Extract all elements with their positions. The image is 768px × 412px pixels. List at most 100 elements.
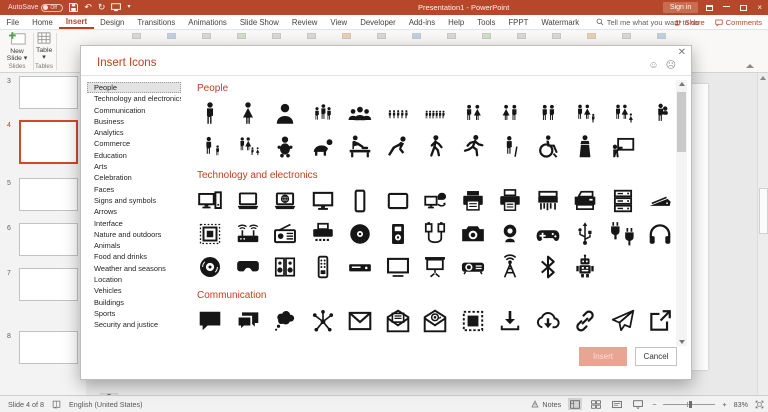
tablet-icon[interactable] — [385, 188, 411, 214]
zoom-slider[interactable] — [663, 404, 715, 405]
category-nature-and-outdoors[interactable]: Nature and outdoors — [87, 229, 181, 240]
close-window-icon[interactable]: × — [757, 3, 762, 12]
envelope-at-icon[interactable] — [422, 308, 448, 334]
usb-cable-icon[interactable] — [422, 221, 448, 247]
projector-icon[interactable] — [460, 254, 486, 280]
woman-icon[interactable] — [235, 101, 261, 127]
link-icon[interactable] — [572, 308, 598, 334]
baby-crawling-icon[interactable] — [310, 134, 336, 160]
undo-icon[interactable]: ↶ — [84, 3, 92, 12]
vinyl-record-icon[interactable] — [197, 254, 223, 280]
tv-icon[interactable] — [385, 254, 411, 280]
reading-view-button[interactable] — [610, 398, 624, 410]
tab-slide-show[interactable]: Slide Show — [233, 15, 285, 29]
power-plugs-icon[interactable] — [610, 221, 636, 247]
radio-icon[interactable] — [272, 221, 298, 247]
copier-icon[interactable] — [572, 188, 598, 214]
person-bending-icon[interactable] — [385, 134, 411, 160]
family-child-icon[interactable] — [572, 101, 598, 127]
slide-thumbnail-6[interactable] — [19, 223, 78, 256]
thought-cloud-icon[interactable] — [272, 308, 298, 334]
scroll-up-icon[interactable] — [679, 82, 685, 86]
tab-fppt[interactable]: FPPT — [502, 15, 535, 29]
category-arts[interactable]: Arts — [87, 161, 181, 172]
category-location[interactable]: Location — [87, 274, 181, 285]
minimize-icon[interactable] — [723, 6, 730, 7]
category-analytics[interactable]: Analytics — [87, 127, 181, 138]
category-security-and-justice[interactable]: Security and justice — [87, 319, 181, 330]
redo-icon[interactable]: ↻ — [98, 3, 106, 12]
group-icon[interactable] — [310, 101, 336, 127]
person-running-icon[interactable] — [460, 134, 486, 160]
dvd-player-icon[interactable] — [347, 254, 373, 280]
autosave-toggle[interactable]: AutoSave Off — [8, 4, 63, 12]
tab-animations[interactable]: Animations — [182, 15, 234, 29]
printer-icon[interactable] — [460, 188, 486, 214]
speech-bubbles-icon[interactable] — [235, 308, 261, 334]
shredder-icon[interactable] — [535, 188, 561, 214]
tab-help[interactable]: Help — [442, 15, 471, 29]
team-icon[interactable] — [347, 101, 373, 127]
monitor-icon[interactable] — [310, 188, 336, 214]
dialog-scrollbar-thumb[interactable] — [677, 92, 686, 152]
router-icon[interactable] — [235, 221, 261, 247]
vr-headset-icon[interactable] — [235, 254, 261, 280]
customize-qat-icon[interactable]: ▾ — [127, 3, 130, 12]
slide-thumbnail-7[interactable] — [19, 268, 78, 301]
notes-button[interactable]: Notes — [531, 400, 561, 409]
slide-thumbnail-8[interactable] — [19, 331, 78, 364]
scanner-icon[interactable] — [647, 188, 673, 214]
category-sports[interactable]: Sports — [87, 308, 181, 319]
category-commerce[interactable]: Commerce — [87, 138, 181, 149]
save-icon[interactable] — [69, 3, 78, 12]
category-interface[interactable]: Interface — [87, 218, 181, 229]
main-scrollbar-thumb[interactable] — [759, 188, 768, 234]
table-button[interactable]: Table▾ — [36, 32, 52, 62]
envelope-icon[interactable] — [347, 308, 373, 334]
main-scrollbar[interactable] — [757, 73, 768, 395]
maximize-icon[interactable] — [740, 5, 747, 11]
slide-sorter-view-button[interactable] — [589, 398, 603, 410]
envelope-letter-icon[interactable] — [385, 308, 411, 334]
category-weather-and-seasons[interactable]: Weather and seasons — [87, 263, 181, 274]
comments-button[interactable]: Comments — [715, 18, 762, 27]
usb-symbol-icon[interactable] — [572, 221, 598, 247]
robot-icon[interactable] — [572, 254, 598, 280]
zoom-slider-thumb[interactable] — [689, 401, 692, 408]
feedback-frown-icon[interactable]: ☹ — [666, 60, 676, 71]
speakers-icon[interactable] — [272, 254, 298, 280]
baby-icon[interactable] — [272, 134, 298, 160]
laptop-globe-icon[interactable] — [272, 188, 298, 214]
category-food-and-drinks[interactable]: Food and drinks — [87, 251, 181, 262]
category-buildings[interactable]: Buildings — [87, 297, 181, 308]
category-arrows[interactable]: Arrows — [87, 206, 181, 217]
crowd-2-icon[interactable] — [422, 101, 448, 127]
cd-disc-icon[interactable] — [347, 221, 373, 247]
tab-developer[interactable]: Developer — [354, 15, 403, 29]
dialog-scrollbar[interactable] — [676, 80, 687, 346]
share-export-icon[interactable] — [647, 308, 673, 334]
laptop-icon[interactable] — [235, 188, 261, 214]
start-slideshow-icon[interactable] — [111, 3, 121, 12]
sign-in-button[interactable]: Sign in — [663, 2, 698, 13]
download-icon[interactable] — [497, 308, 523, 334]
category-business[interactable]: Business — [87, 116, 181, 127]
adult-child-icon[interactable] — [197, 134, 223, 160]
crowd-icon[interactable] — [385, 101, 411, 127]
tab-view[interactable]: View — [324, 15, 354, 29]
tab-tools[interactable]: Tools — [471, 15, 502, 29]
slide-thumbnail-5[interactable] — [19, 178, 78, 211]
presenter-icon[interactable] — [610, 134, 636, 160]
slide-show-button[interactable] — [631, 398, 645, 410]
game-controller-icon[interactable] — [535, 221, 561, 247]
man-icon[interactable] — [197, 101, 223, 127]
tab-review[interactable]: Review — [285, 15, 324, 29]
smartphone-icon[interactable] — [347, 188, 373, 214]
projection-screen-icon[interactable] — [422, 254, 448, 280]
tab-file[interactable]: File — [0, 15, 26, 29]
cpu-chip-icon[interactable] — [197, 221, 223, 247]
tab-design[interactable]: Design — [94, 15, 131, 29]
tab-watermark[interactable]: Watermark — [535, 15, 586, 29]
speech-bubble-icon[interactable] — [197, 308, 223, 334]
zoom-in-button[interactable]: + — [722, 400, 726, 409]
